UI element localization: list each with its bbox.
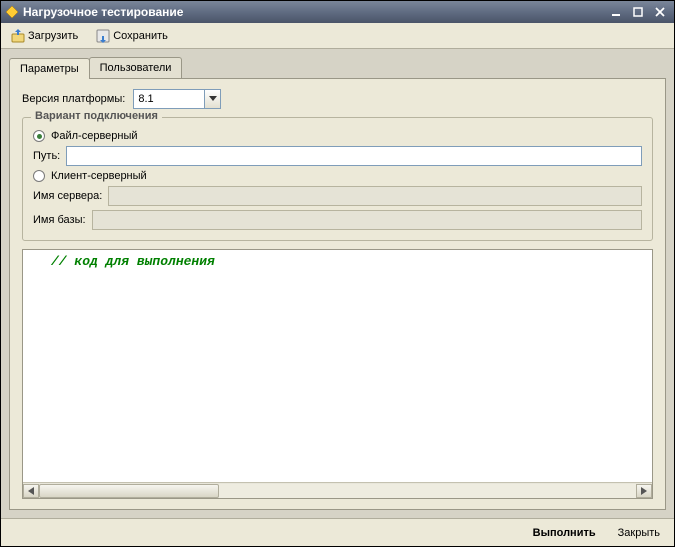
close-button[interactable] bbox=[650, 4, 670, 20]
app-icon bbox=[5, 5, 19, 19]
platform-input[interactable] bbox=[133, 89, 205, 109]
base-input bbox=[92, 210, 642, 230]
platform-row: Версия платформы: bbox=[22, 89, 653, 109]
path-input[interactable] bbox=[66, 146, 642, 166]
load-label: Загрузить bbox=[28, 30, 78, 42]
footer: Выполнить Закрыть bbox=[1, 518, 674, 546]
base-label: Имя базы: bbox=[33, 214, 86, 226]
file-server-label: Файл-серверный bbox=[51, 130, 138, 142]
client-server-label: Клиент-серверный bbox=[51, 170, 147, 182]
platform-label: Версия платформы: bbox=[22, 93, 125, 105]
load-icon bbox=[11, 29, 25, 43]
save-button[interactable]: Сохранить bbox=[92, 27, 172, 45]
hscroll-thumb[interactable] bbox=[39, 484, 219, 498]
close-footer-button[interactable]: Закрыть bbox=[614, 525, 664, 541]
connection-fieldset: Вариант подключения Файл-серверный Путь:… bbox=[22, 117, 653, 241]
connection-legend: Вариант подключения bbox=[31, 110, 162, 122]
tab-params[interactable]: Параметры bbox=[9, 58, 90, 79]
load-button[interactable]: Загрузить bbox=[7, 27, 82, 45]
platform-combo bbox=[133, 89, 221, 109]
file-server-row: Файл-серверный bbox=[33, 130, 642, 142]
hscroll-left-button[interactable] bbox=[23, 484, 39, 498]
window-title: Нагрузочное тестирование bbox=[23, 5, 183, 19]
maximize-button[interactable] bbox=[628, 4, 648, 20]
base-row: Имя базы: bbox=[33, 210, 642, 230]
tab-users[interactable]: Пользователи bbox=[89, 57, 183, 78]
code-pane-wrap: // код для выполнения bbox=[22, 249, 653, 499]
toolbar: Загрузить Сохранить bbox=[1, 23, 674, 49]
server-row: Имя сервера: bbox=[33, 186, 642, 206]
server-input bbox=[108, 186, 642, 206]
execute-button[interactable]: Выполнить bbox=[529, 525, 600, 541]
client-server-row: Клиент-серверный bbox=[33, 170, 642, 182]
server-label: Имя сервера: bbox=[33, 190, 102, 202]
save-label: Сохранить bbox=[113, 30, 168, 42]
hscrollbar bbox=[23, 482, 652, 498]
tab-strip: Параметры Пользователи bbox=[9, 57, 666, 78]
platform-dropdown-button[interactable] bbox=[205, 89, 221, 109]
chevron-right-icon bbox=[641, 487, 647, 495]
path-row: Путь: bbox=[33, 146, 642, 166]
tab-users-label: Пользователи bbox=[100, 62, 172, 74]
tab-panel-params: Версия платформы: Вариант подключения Фа… bbox=[9, 78, 666, 510]
chevron-down-icon bbox=[209, 96, 217, 102]
save-icon bbox=[96, 29, 110, 43]
minimize-button[interactable] bbox=[606, 4, 626, 20]
file-server-radio[interactable] bbox=[33, 130, 45, 142]
titlebar: Нагрузочное тестирование bbox=[1, 1, 674, 23]
app-window: Нагрузочное тестирование Загрузить Сохра… bbox=[0, 0, 675, 547]
code-editor[interactable]: // код для выполнения bbox=[23, 250, 652, 482]
client-server-radio[interactable] bbox=[33, 170, 45, 182]
path-label: Путь: bbox=[33, 150, 60, 162]
hscroll-right-button[interactable] bbox=[636, 484, 652, 498]
chevron-left-icon bbox=[28, 487, 34, 495]
hscroll-track[interactable] bbox=[39, 484, 636, 498]
body-area: Параметры Пользователи Версия платформы:… bbox=[1, 49, 674, 518]
tab-params-label: Параметры bbox=[20, 63, 79, 75]
